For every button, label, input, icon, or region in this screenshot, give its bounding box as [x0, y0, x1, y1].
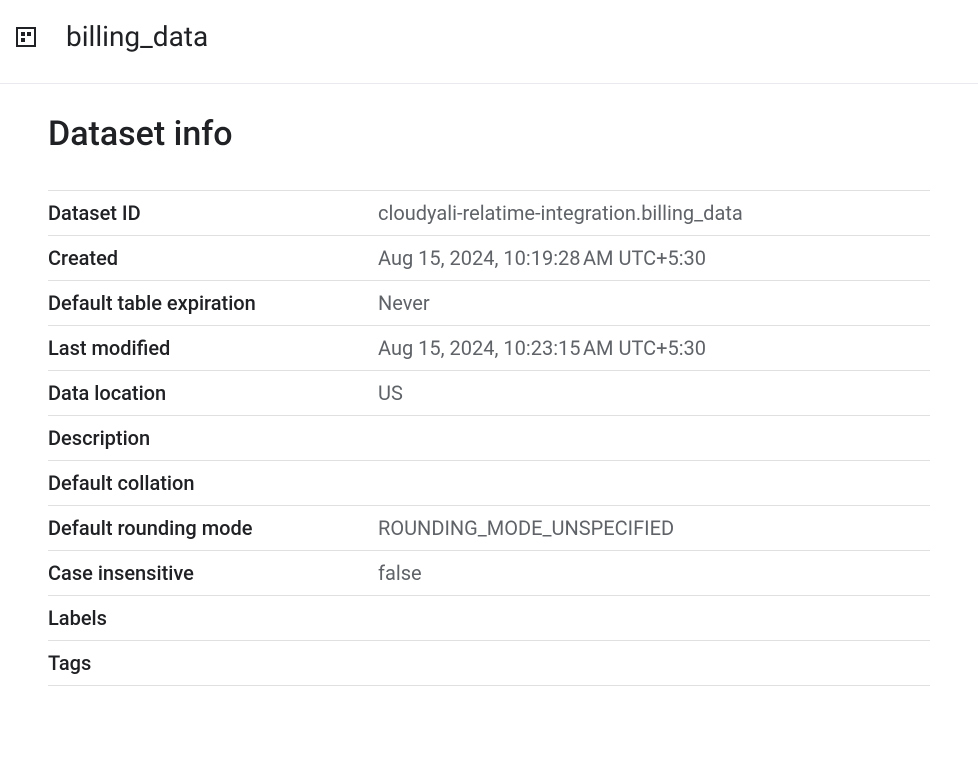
- info-value: cloudyali-relatime-integration.billing_d…: [378, 191, 930, 236]
- info-row: Default table expirationNever: [48, 281, 930, 326]
- info-value: false: [378, 551, 930, 596]
- info-row: Dataset IDcloudyali-relatime-integration…: [48, 191, 930, 236]
- info-label: Default collation: [48, 461, 378, 506]
- info-row: Data locationUS: [48, 371, 930, 416]
- content-area: Dataset info Dataset IDcloudyali-relatim…: [0, 84, 978, 686]
- info-label: Last modified: [48, 326, 378, 371]
- dataset-title: billing_data: [66, 20, 208, 53]
- info-label: Tags: [48, 641, 378, 686]
- info-row: Default collation: [48, 461, 930, 506]
- info-value: Aug 15, 2024, 10:23:15 AM UTC+5:30: [378, 326, 930, 371]
- info-value: Never: [378, 281, 930, 326]
- info-value: [378, 416, 930, 461]
- info-label: Created: [48, 236, 378, 281]
- info-value: ROUNDING_MODE_UNSPECIFIED: [378, 506, 930, 551]
- info-label: Case insensitive: [48, 551, 378, 596]
- info-label: Default table expiration: [48, 281, 378, 326]
- info-label: Labels: [48, 596, 378, 641]
- dataset-icon: [14, 25, 38, 49]
- info-row: Labels: [48, 596, 930, 641]
- info-value: [378, 641, 930, 686]
- info-label: Description: [48, 416, 378, 461]
- info-row: Description: [48, 416, 930, 461]
- info-value: [378, 461, 930, 506]
- info-label: Default rounding mode: [48, 506, 378, 551]
- info-value: [378, 596, 930, 641]
- info-row: Last modifiedAug 15, 2024, 10:23:15 AM U…: [48, 326, 930, 371]
- info-label: Data location: [48, 371, 378, 416]
- dataset-info-table: Dataset IDcloudyali-relatime-integration…: [48, 190, 930, 686]
- info-value: Aug 15, 2024, 10:19:28 AM UTC+5:30: [378, 236, 930, 281]
- info-row: Case insensitivefalse: [48, 551, 930, 596]
- info-label: Dataset ID: [48, 191, 378, 236]
- page-header: billing_data: [0, 0, 978, 84]
- info-row: CreatedAug 15, 2024, 10:19:28 AM UTC+5:3…: [48, 236, 930, 281]
- info-row: Default rounding modeROUNDING_MODE_UNSPE…: [48, 506, 930, 551]
- info-value: US: [378, 371, 930, 416]
- section-title: Dataset info: [48, 114, 930, 154]
- info-row: Tags: [48, 641, 930, 686]
